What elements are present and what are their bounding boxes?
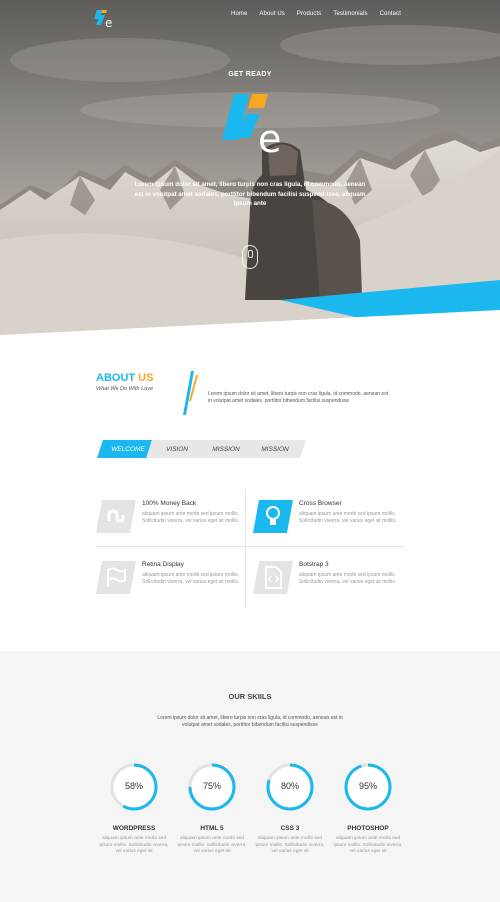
scroll-down-mouse-icon[interactable] <box>242 245 258 269</box>
hero-kicker: GET READY <box>228 71 272 78</box>
hero-section: e Home About Us Products Testimonials Co… <box>0 0 500 335</box>
skill-text: aliquam ipsum ante morbi sed ipsum molli… <box>99 836 169 854</box>
feature-title: Cross Browser <box>299 500 342 507</box>
skills-title: OUR SKIILS <box>228 692 272 701</box>
logo-icon[interactable]: e <box>93 9 117 29</box>
skill-item: 58% WORDPRESS aliquam ipsum ante morbi sed… <box>94 762 174 856</box>
about-slash-decoration <box>183 371 198 415</box>
feature-text: aliquam ipsum ante morbi sed ipsum molli… <box>142 511 240 524</box>
skill-name: PHOTOSHOP <box>347 825 389 832</box>
hero-description: Lorem ipsum dolor sit amet, libero turpi… <box>134 181 366 207</box>
feature-item: Retina Display aliquam ipsum ante morbi … <box>96 561 246 611</box>
svg-text:e: e <box>105 16 112 29</box>
skill-name: WORDPRESS <box>112 825 156 832</box>
skill-name: CSS 3 <box>280 825 300 832</box>
tab-mission-2[interactable]: MISSION <box>244 440 306 458</box>
about-title-part1: ABOUT <box>96 372 136 384</box>
feature-title: Retina Display <box>142 561 184 568</box>
about-subtitle: What We Do With Love <box>96 386 154 392</box>
skill-percent: 95% <box>358 781 377 791</box>
skill-text: aliquam ipsum ante morbi sed ipsum molli… <box>333 836 403 854</box>
skill-item: 80% CSS 3 aliquam ipsum ante morbi sed ips… <box>250 762 330 856</box>
nav-contact[interactable]: Contact <box>380 11 401 17</box>
nav-about-us[interactable]: About Us <box>259 11 284 17</box>
nav-testimonials[interactable]: Testimonials <box>333 11 367 17</box>
hero-background-image <box>0 0 500 335</box>
about-text: Lorem ipsum dolor sit amet, libero turpi… <box>208 391 389 404</box>
skill-percent: 75% <box>202 781 221 791</box>
hero-logo-icon: e <box>222 94 281 156</box>
skill-item: 75% HTML 5 aliquam ipsum ante morbi sed ip… <box>172 762 252 856</box>
nav-home[interactable]: Home <box>231 11 247 17</box>
about-title-part2: US <box>138 372 154 384</box>
tab-label: MISSION <box>261 445 289 453</box>
feature-text: aliquam ipsum ante morbi sed ipsum molli… <box>299 511 397 524</box>
skill-text: aliquam ipsum ante morbi sed ipsum molli… <box>255 836 325 854</box>
tabs: WELCOME VISION MISSION MISSION <box>97 440 307 458</box>
tab-label: WELCOME <box>111 445 145 453</box>
feature-item: 100% Money Back aliquam ipsum ante morbi… <box>96 500 246 550</box>
feature-item: Botstrap 3 aliquam ipsum ante morbi sed … <box>253 561 403 611</box>
main-nav: Home About Us Products Testimonials Cont… <box>219 11 401 17</box>
skill-percent: 58% <box>124 781 143 791</box>
feature-title: Botstrap 3 <box>299 561 329 568</box>
tab-label: VISION <box>165 445 189 453</box>
stumbleupon-icon <box>96 500 136 533</box>
tab-label: MISSION <box>212 445 240 453</box>
skill-text: aliquam ipsum ante morbi sed ipsum molli… <box>177 836 247 854</box>
about-title: ABOUT US <box>96 372 153 384</box>
lightbulb-icon <box>253 500 293 533</box>
nav-products[interactable]: Products <box>297 11 321 17</box>
feature-text: aliquam ipsum ante morbi sed ipsum molli… <box>142 572 240 585</box>
skill-percent: 80% <box>280 781 299 791</box>
skills-text: Lorem ipsum dolor sit amet, libero turpi… <box>157 715 343 728</box>
feature-title: 100% Money Back <box>142 500 197 507</box>
svg-text:e: e <box>258 117 281 156</box>
feature-text: aliquam ipsum ante morbi sed ipsum molli… <box>299 572 397 585</box>
code-file-icon <box>253 561 293 594</box>
skill-item: 95% PHOTOSHOP aliquam ipsum ante morbi sed… <box>328 762 408 856</box>
skill-name: HTML 5 <box>200 825 224 832</box>
feature-item: Cross Browser aliquam ipsum ante morbi s… <box>253 500 403 550</box>
flag-icon <box>96 561 136 594</box>
